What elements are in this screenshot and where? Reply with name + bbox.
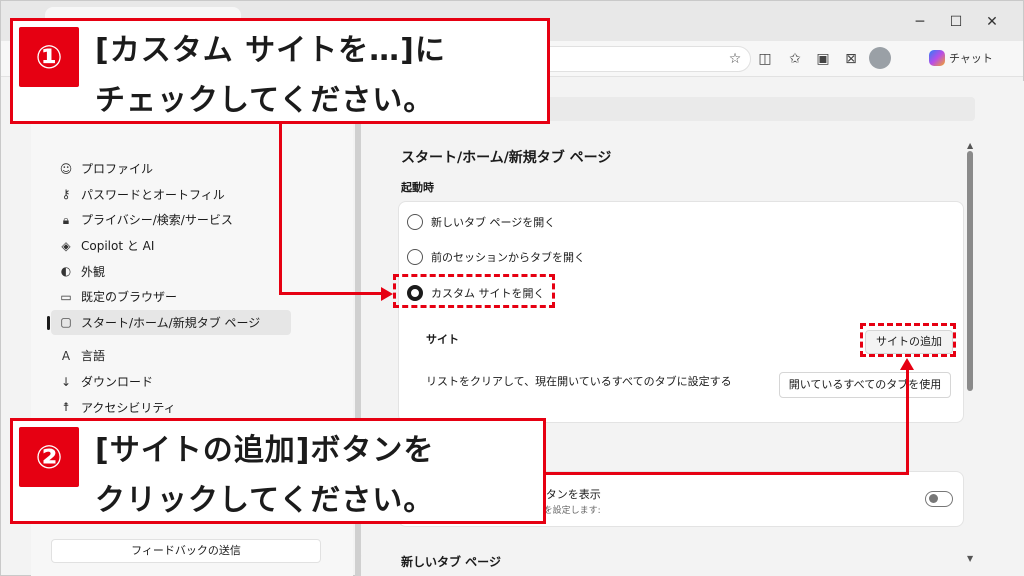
favorite-star-icon[interactable]: ☆ xyxy=(725,49,745,69)
key-icon: ⚷ xyxy=(61,187,71,202)
scrollbar-thumb[interactable] xyxy=(967,151,973,391)
arrow-1-head-icon xyxy=(381,287,393,301)
radio-previous-session[interactable]: 前のセッションからタブを開く xyxy=(407,247,585,267)
sidebar-item-label: Copilot と AI xyxy=(81,239,155,254)
callout-2-line-1: [サイトの追加]ボタンを xyxy=(95,433,435,468)
sidebar-item-label: 外観 xyxy=(81,264,106,279)
sidebar-item[interactable]: ☺ プロファイル xyxy=(51,156,291,182)
copilot-icon: ◈ xyxy=(61,238,71,253)
sidebar-item-label: 既定のブラウザー xyxy=(81,290,178,305)
download-icon: ↓ xyxy=(60,374,72,389)
home-button-toggle[interactable] xyxy=(925,491,953,507)
sidebar-item-label: プロファイル xyxy=(81,162,154,177)
callout-1-line-1: [カスタム サイトを…]に xyxy=(95,33,446,68)
profile-icon: ☺ xyxy=(59,161,73,176)
close-icon[interactable]: ✕ xyxy=(981,11,1003,33)
sidebar-item-label: パスワードとオートフィル xyxy=(81,187,225,202)
callout-2-line-2: クリックしてください。 xyxy=(95,483,435,518)
section-title: スタート/ホーム/新規タブ ページ xyxy=(401,150,612,166)
radio-label: 新しいタブ ページを開く xyxy=(431,216,556,229)
lock-icon: 🔒︎ xyxy=(62,212,70,227)
startup-label: 起動時 xyxy=(401,181,434,194)
sidebar-item-label: プライバシー/検索/サービス xyxy=(81,213,233,228)
feedback-button[interactable]: フィードバックの送信 xyxy=(51,539,321,563)
highlight-add-site xyxy=(860,323,956,357)
use-open-tabs-button[interactable]: 開いているすべてのタブを使用 xyxy=(779,372,951,398)
sidebar-item[interactable]: A 言語 xyxy=(51,343,291,369)
callout-step-2: ② [サイトの追加]ボタンを クリックしてください。 xyxy=(10,418,546,524)
radio-button[interactable] xyxy=(407,249,423,265)
screenshot-icon[interactable]: ⊠ xyxy=(841,49,861,69)
copilot-icon xyxy=(929,50,945,66)
sidebar-item-label: アクセシビリティ xyxy=(81,400,176,415)
sidebar-item[interactable]: ↓ ダウンロード xyxy=(51,369,291,395)
scroll-up-icon[interactable]: ▲ xyxy=(967,141,973,150)
arrow-2-horizontal xyxy=(546,472,909,475)
accessibility-icon: ☨ xyxy=(62,400,70,415)
copilot-label: チャット xyxy=(949,52,993,65)
maximize-icon[interactable]: ☐ xyxy=(945,11,967,33)
collections-icon[interactable]: ▣ xyxy=(813,49,833,69)
radio-button[interactable] xyxy=(407,214,423,230)
browser-icon: ▭ xyxy=(60,289,72,304)
radio-label: 前のセッションからタブを開く xyxy=(431,251,585,264)
sidebar-item[interactable]: ☨ アクセシビリティ xyxy=(51,394,291,420)
palette-icon: ◐ xyxy=(60,264,72,279)
arrow-1-vertical xyxy=(279,124,282,294)
sidebar-item[interactable]: ◈ Copilot と AI xyxy=(51,233,291,259)
content-scrollbar[interactable] xyxy=(967,151,973,547)
arrow-1-horizontal xyxy=(279,292,383,295)
sidebar-item[interactable]: ▢ スタート/ホーム/新規タブ ページ xyxy=(47,309,291,336)
home-page-icon: ▢ xyxy=(60,315,72,330)
arrow-2-vertical xyxy=(906,368,909,474)
copilot-button[interactable]: チャット xyxy=(929,47,993,69)
callout-step-1: ① [カスタム サイトを…]に チェックしてください。 xyxy=(10,18,550,124)
newtab-label: 新しいタブ ページ xyxy=(401,555,501,569)
profile-avatar[interactable] xyxy=(869,47,891,69)
favorites-icon[interactable]: ✩ xyxy=(785,49,805,69)
highlight-custom-site xyxy=(393,274,555,308)
sidebar-item-label: スタート/ホーム/新規タブ ページ xyxy=(81,315,261,330)
arrow-2-head-icon xyxy=(900,358,914,370)
language-icon: A xyxy=(61,348,71,363)
sidebar-item[interactable]: 🔒︎ プライバシー/検索/サービス xyxy=(51,207,291,233)
site-label: サイト xyxy=(426,333,459,346)
sidebar-item-label: 言語 xyxy=(81,349,106,364)
sidebar-item-label: ダウンロード xyxy=(81,375,154,390)
sidebar-item[interactable]: ▭ 既定のブラウザー xyxy=(51,284,291,310)
step-number-1: ① xyxy=(19,27,79,87)
scroll-down-icon[interactable]: ▼ xyxy=(967,554,973,563)
sidebar-item[interactable]: ⚷ パスワードとオートフィル xyxy=(51,182,291,208)
step-number-2: ② xyxy=(19,427,79,487)
clear-list-text: リストをクリアして、現在開いているすべてのタブに設定する xyxy=(426,375,732,388)
callout-1-line-2: チェックしてください。 xyxy=(95,83,435,118)
sidebar-item[interactable]: ◐ 外観 xyxy=(51,258,291,284)
minimize-icon[interactable]: ─ xyxy=(909,11,931,33)
radio-new-tab[interactable]: 新しいタブ ページを開く xyxy=(407,212,555,232)
split-screen-icon[interactable]: ◫ xyxy=(755,49,775,69)
